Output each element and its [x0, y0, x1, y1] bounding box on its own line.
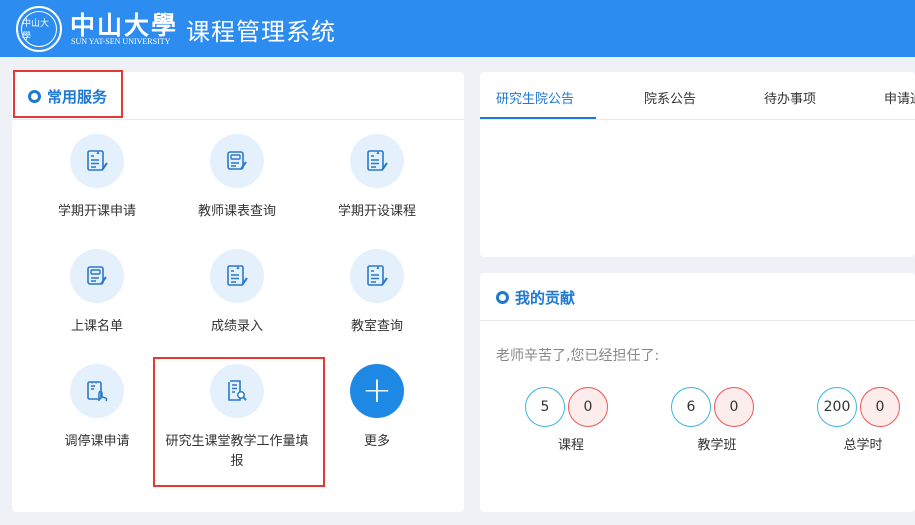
stat-count-alt: 0 [568, 387, 608, 427]
schedule-edit-icon [210, 134, 264, 188]
highlight-box [153, 357, 325, 487]
service-label: 上课名单 [70, 319, 123, 334]
system-title: 课程管理系统 [186, 18, 336, 46]
stat-count-alt: 0 [860, 387, 900, 427]
service-label: 调停课申请 [64, 434, 130, 449]
stat-label: 教学班 [697, 438, 737, 453]
university-name-en: SUN YAT-SEN UNIVERSITY [71, 37, 171, 46]
service-grade-entry[interactable]: 成绩录入 [167, 249, 307, 349]
stat-count-alt: 0 [714, 387, 754, 427]
tab-application-notice[interactable]: 申请通知 [884, 88, 915, 107]
document-edit-icon [350, 249, 404, 303]
stat-label: 课程 [557, 438, 584, 453]
document-edit-icon [350, 134, 404, 188]
service-class-reschedule-application[interactable]: 调停课申请 [27, 364, 167, 464]
stat-count: 200 [817, 387, 857, 427]
stat-label: 总学时 [843, 438, 883, 453]
active-tab-indicator [480, 117, 596, 119]
contribution-message: 老师辛苦了,您已经担任了: [496, 348, 660, 364]
service-label: 更多 [363, 434, 390, 449]
touch-document-icon [70, 364, 124, 418]
university-logo-icon: 中山大學 [16, 6, 62, 52]
logo-inner: 中山大學 [21, 11, 57, 47]
contribution-panel: 我的贡献 老师辛苦了,您已经担任了: 5 0 课程 6 0 教学班 200 0 … [480, 273, 915, 512]
service-class-roster[interactable]: 上课名单 [27, 249, 167, 349]
service-label: 教师课表查询 [197, 204, 276, 219]
tab-todo-items[interactable]: 待办事项 [764, 88, 816, 107]
contribution-header: 我的贡献 [480, 273, 915, 321]
contribution-title: 我的贡献 [496, 287, 575, 308]
service-label: 学期开课申请 [57, 204, 136, 219]
stat-teaching-classes: 6 0 教学班 [671, 387, 763, 453]
notices-panel: 研究生院公告 院系公告 待办事项 申请通知 [480, 72, 915, 257]
service-label: 教室查询 [350, 319, 403, 334]
document-edit-icon [210, 249, 264, 303]
circle-bullet-icon [496, 291, 509, 304]
service-label: 成绩录入 [210, 319, 263, 334]
service-classroom-query[interactable]: 教室查询 [307, 249, 447, 349]
stat-count: 5 [525, 387, 565, 427]
stat-total-hours: 200 0 总学时 [817, 387, 909, 453]
tab-graduate-school-notice[interactable]: 研究生院公告 [496, 88, 574, 107]
tab-department-notice[interactable]: 院系公告 [644, 88, 696, 107]
stat-count: 6 [671, 387, 711, 427]
service-label: 学期开设课程 [337, 204, 416, 219]
service-term-courses-offered[interactable]: 学期开设课程 [307, 134, 447, 234]
plus-icon: + [350, 364, 404, 418]
service-term-course-application[interactable]: 学期开课申请 [27, 134, 167, 234]
notices-tabs: 研究生院公告 院系公告 待办事项 申请通知 [480, 72, 915, 120]
contribution-title-text: 我的贡献 [515, 289, 576, 307]
schedule-edit-icon [70, 249, 124, 303]
document-edit-icon [70, 134, 124, 188]
more-services-button[interactable]: + 更多 [307, 364, 447, 464]
services-header: 常用服务 [12, 70, 464, 120]
highlight-box [13, 70, 123, 118]
service-teacher-schedule-query[interactable]: 教师课表查询 [167, 134, 307, 234]
services-panel: 常用服务 学期开课申请 教师课表查询 学期开设课程 上课名单 成绩录入 教室查询… [12, 70, 464, 512]
top-bar: 中山大學 中山大學 SUN YAT-SEN UNIVERSITY 课程管理系统 [0, 0, 915, 57]
stat-courses: 5 0 课程 [525, 387, 617, 453]
